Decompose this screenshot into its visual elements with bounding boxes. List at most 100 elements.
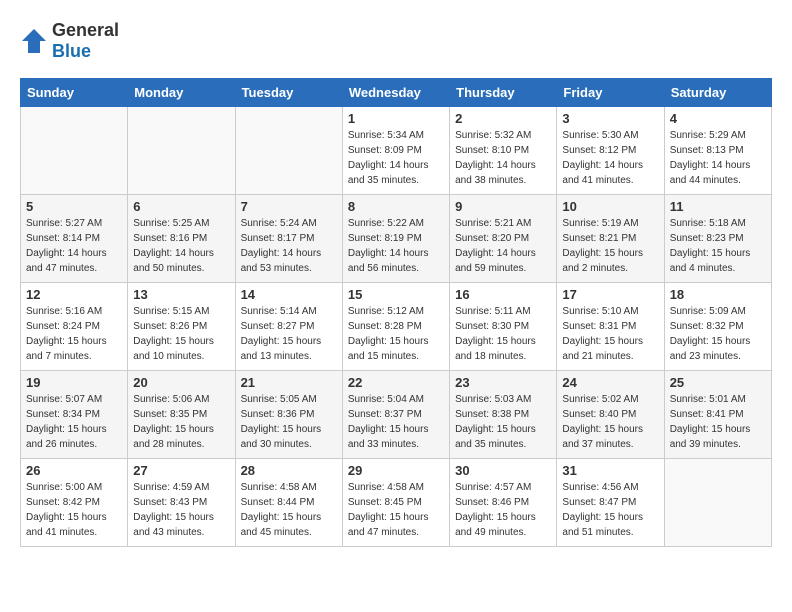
- calendar-cell: 31 Sunrise: 4:56 AMSunset: 8:47 PMDayligh…: [557, 459, 664, 547]
- day-info: Sunrise: 5:21 AMSunset: 8:20 PMDaylight:…: [455, 216, 551, 276]
- day-info: Sunrise: 5:22 AMSunset: 8:19 PMDaylight:…: [348, 216, 444, 276]
- day-number: 28: [241, 463, 337, 478]
- day-info: Sunrise: 5:32 AMSunset: 8:10 PMDaylight:…: [455, 128, 551, 188]
- day-number: 30: [455, 463, 551, 478]
- day-number: 6: [133, 199, 229, 214]
- day-info: Sunrise: 5:07 AMSunset: 8:34 PMDaylight:…: [26, 392, 122, 452]
- day-number: 21: [241, 375, 337, 390]
- calendar-cell: 13 Sunrise: 5:15 AMSunset: 8:26 PMDayligh…: [128, 283, 235, 371]
- week-row-1: 1Sunrise: 5:34 AMSunset: 8:09 PMDaylight…: [21, 107, 772, 195]
- day-number: 31: [562, 463, 658, 478]
- day-info: Sunrise: 5:14 AMSunset: 8:27 PMDaylight:…: [241, 304, 337, 364]
- calendar-cell: 14 Sunrise: 5:14 AMSunset: 8:27 PMDayligh…: [235, 283, 342, 371]
- day-number: 16: [455, 287, 551, 302]
- calendar-cell: 5 Sunrise: 5:27 AMSunset: 8:14 PMDaylight…: [21, 195, 128, 283]
- calendar-cell: 17 Sunrise: 5:10 AMSunset: 8:31 PMDayligh…: [557, 283, 664, 371]
- calendar-cell: 8 Sunrise: 5:22 AMSunset: 8:19 PMDaylight…: [342, 195, 449, 283]
- day-info: Sunrise: 4:58 AMSunset: 8:44 PMDaylight:…: [241, 480, 337, 540]
- calendar-cell: 27 Sunrise: 4:59 AMSunset: 8:43 PMDayligh…: [128, 459, 235, 547]
- week-row-2: 5 Sunrise: 5:27 AMSunset: 8:14 PMDaylight…: [21, 195, 772, 283]
- logo: General Blue: [20, 20, 119, 62]
- day-number: 3: [562, 111, 658, 126]
- day-number: 19: [26, 375, 122, 390]
- day-info: Sunrise: 5:16 AMSunset: 8:24 PMDaylight:…: [26, 304, 122, 364]
- logo-icon: [20, 27, 48, 55]
- calendar-cell: 15 Sunrise: 5:12 AMSunset: 8:28 PMDayligh…: [342, 283, 449, 371]
- day-info: Sunrise: 5:01 AMSunset: 8:41 PMDaylight:…: [670, 392, 766, 452]
- calendar-cell: 19 Sunrise: 5:07 AMSunset: 8:34 PMDayligh…: [21, 371, 128, 459]
- calendar-cell: 9 Sunrise: 5:21 AMSunset: 8:20 PMDaylight…: [450, 195, 557, 283]
- day-info: Sunrise: 5:11 AMSunset: 8:30 PMDaylight:…: [455, 304, 551, 364]
- weekday-header-tuesday: Tuesday: [235, 79, 342, 107]
- page-header: General Blue: [20, 20, 772, 62]
- day-number: 26: [26, 463, 122, 478]
- calendar-cell: 11 Sunrise: 5:18 AMSunset: 8:23 PMDayligh…: [664, 195, 771, 283]
- day-info: Sunrise: 4:56 AMSunset: 8:47 PMDaylight:…: [562, 480, 658, 540]
- weekday-header-monday: Monday: [128, 79, 235, 107]
- calendar-cell: 6 Sunrise: 5:25 AMSunset: 8:16 PMDaylight…: [128, 195, 235, 283]
- day-number: 5: [26, 199, 122, 214]
- day-number: 12: [26, 287, 122, 302]
- calendar-cell: 29 Sunrise: 4:58 AMSunset: 8:45 PMDayligh…: [342, 459, 449, 547]
- day-number: 15: [348, 287, 444, 302]
- day-info: Sunrise: 5:25 AMSunset: 8:16 PMDaylight:…: [133, 216, 229, 276]
- calendar-cell: 12 Sunrise: 5:16 AMSunset: 8:24 PMDayligh…: [21, 283, 128, 371]
- day-number: 7: [241, 199, 337, 214]
- day-number: 25: [670, 375, 766, 390]
- day-number: 18: [670, 287, 766, 302]
- day-number: 9: [455, 199, 551, 214]
- weekday-header-thursday: Thursday: [450, 79, 557, 107]
- calendar-cell: 26Sunrise: 5:00 AMSunset: 8:42 PMDayligh…: [21, 459, 128, 547]
- day-info: Sunrise: 5:18 AMSunset: 8:23 PMDaylight:…: [670, 216, 766, 276]
- day-info: Sunrise: 4:59 AMSunset: 8:43 PMDaylight:…: [133, 480, 229, 540]
- day-number: 11: [670, 199, 766, 214]
- calendar-cell: 10Sunrise: 5:19 AMSunset: 8:21 PMDayligh…: [557, 195, 664, 283]
- calendar-cell: 23Sunrise: 5:03 AMSunset: 8:38 PMDayligh…: [450, 371, 557, 459]
- calendar-cell: 28 Sunrise: 4:58 AMSunset: 8:44 PMDayligh…: [235, 459, 342, 547]
- calendar-cell: 25 Sunrise: 5:01 AMSunset: 8:41 PMDayligh…: [664, 371, 771, 459]
- day-number: 8: [348, 199, 444, 214]
- day-number: 4: [670, 111, 766, 126]
- calendar-cell: [235, 107, 342, 195]
- day-info: Sunrise: 5:05 AMSunset: 8:36 PMDaylight:…: [241, 392, 337, 452]
- day-number: 14: [241, 287, 337, 302]
- weekday-header-saturday: Saturday: [664, 79, 771, 107]
- calendar-cell: [128, 107, 235, 195]
- day-info: Sunrise: 5:09 AMSunset: 8:32 PMDaylight:…: [670, 304, 766, 364]
- week-row-5: 26Sunrise: 5:00 AMSunset: 8:42 PMDayligh…: [21, 459, 772, 547]
- day-info: Sunrise: 5:06 AMSunset: 8:35 PMDaylight:…: [133, 392, 229, 452]
- calendar-cell: 16 Sunrise: 5:11 AMSunset: 8:30 PMDayligh…: [450, 283, 557, 371]
- day-number: 22: [348, 375, 444, 390]
- day-info: Sunrise: 5:10 AMSunset: 8:31 PMDaylight:…: [562, 304, 658, 364]
- calendar-table: SundayMondayTuesdayWednesdayThursdayFrid…: [20, 78, 772, 547]
- calendar-cell: 22Sunrise: 5:04 AMSunset: 8:37 PMDayligh…: [342, 371, 449, 459]
- day-info: Sunrise: 5:12 AMSunset: 8:28 PMDaylight:…: [348, 304, 444, 364]
- calendar-cell: 2Sunrise: 5:32 AMSunset: 8:10 PMDaylight…: [450, 107, 557, 195]
- day-number: 17: [562, 287, 658, 302]
- weekday-header-wednesday: Wednesday: [342, 79, 449, 107]
- day-number: 24: [562, 375, 658, 390]
- day-info: Sunrise: 5:02 AMSunset: 8:40 PMDaylight:…: [562, 392, 658, 452]
- calendar-cell: 20Sunrise: 5:06 AMSunset: 8:35 PMDayligh…: [128, 371, 235, 459]
- calendar-cell: 30Sunrise: 4:57 AMSunset: 8:46 PMDayligh…: [450, 459, 557, 547]
- logo-general: General: [52, 20, 119, 40]
- day-info: Sunrise: 5:27 AMSunset: 8:14 PMDaylight:…: [26, 216, 122, 276]
- day-info: Sunrise: 5:15 AMSunset: 8:26 PMDaylight:…: [133, 304, 229, 364]
- day-number: 13: [133, 287, 229, 302]
- day-number: 23: [455, 375, 551, 390]
- day-number: 1: [348, 111, 444, 126]
- calendar-cell: 4Sunrise: 5:29 AMSunset: 8:13 PMDaylight…: [664, 107, 771, 195]
- day-number: 27: [133, 463, 229, 478]
- day-number: 29: [348, 463, 444, 478]
- day-info: Sunrise: 5:24 AMSunset: 8:17 PMDaylight:…: [241, 216, 337, 276]
- calendar-cell: [664, 459, 771, 547]
- week-row-4: 19 Sunrise: 5:07 AMSunset: 8:34 PMDayligh…: [21, 371, 772, 459]
- calendar-cell: 21 Sunrise: 5:05 AMSunset: 8:36 PMDayligh…: [235, 371, 342, 459]
- logo-text: General Blue: [52, 20, 119, 62]
- day-info: Sunrise: 4:58 AMSunset: 8:45 PMDaylight:…: [348, 480, 444, 540]
- day-number: 10: [562, 199, 658, 214]
- weekday-header-row: SundayMondayTuesdayWednesdayThursdayFrid…: [21, 79, 772, 107]
- calendar-cell: 3Sunrise: 5:30 AMSunset: 8:12 PMDaylight…: [557, 107, 664, 195]
- weekday-header-sunday: Sunday: [21, 79, 128, 107]
- weekday-header-friday: Friday: [557, 79, 664, 107]
